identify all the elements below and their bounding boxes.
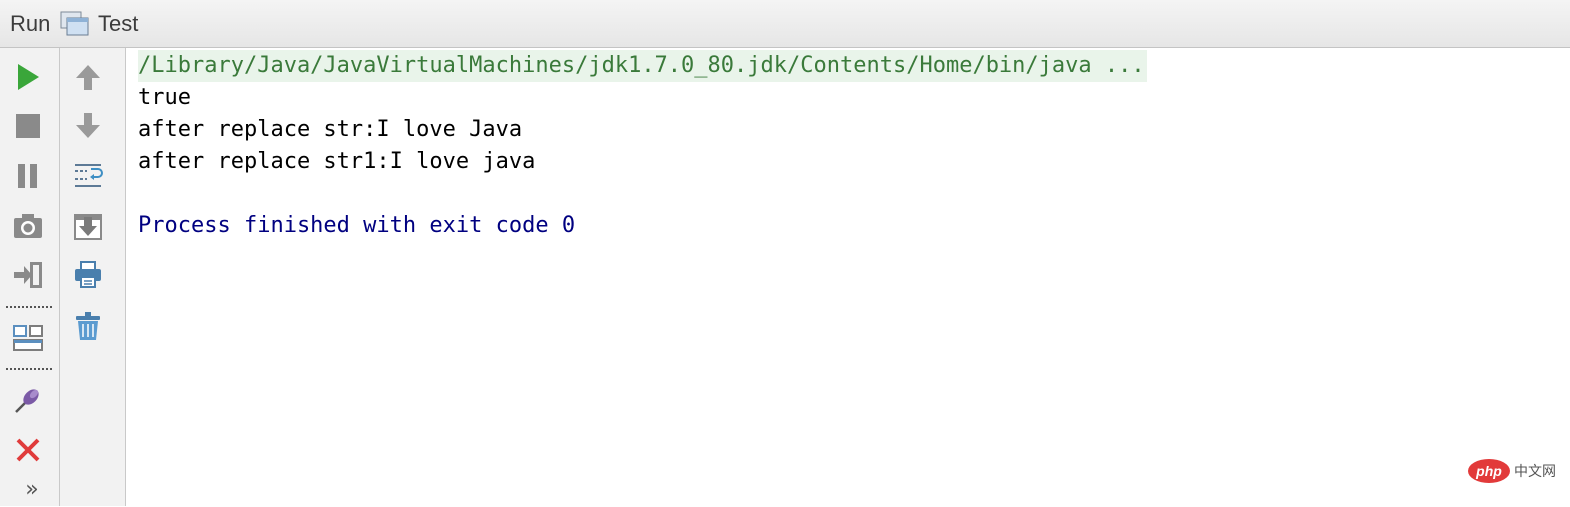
exit-icon [14,262,42,288]
run-tool-window-header: Run Test [0,0,1570,48]
next-occurrence-button[interactable] [70,108,106,144]
clear-all-button[interactable] [70,308,106,344]
toolbar-separator [6,368,52,370]
console-output-line: true [138,85,191,110]
print-button[interactable] [70,257,106,293]
rerun-button[interactable] [10,59,46,95]
exit-button[interactable] [10,257,46,293]
close-icon [16,438,40,462]
console-command-line: /Library/Java/JavaVirtualMachines/jdk1.7… [138,50,1147,82]
watermark: php 中文网 [1468,459,1556,483]
soft-wrap-icon [75,164,103,187]
camera-icon [14,214,42,238]
soft-wrap-button[interactable] [70,158,106,194]
pin-icon [15,389,39,413]
console-output-line: after replace str1:I love java [138,149,536,174]
dump-threads-button[interactable] [10,208,46,244]
process-exit-message: Process finished with exit code 0 [138,213,576,238]
up-arrow-icon [76,65,100,90]
watermark-text: 中文网 [1514,463,1556,479]
run-configuration-tab[interactable]: Test [98,11,138,37]
trash-icon [76,312,100,340]
print-icon [75,261,101,288]
console-actions-toolbar [60,48,126,506]
toolbar-separator [6,306,52,308]
previous-occurrence-button[interactable] [70,59,106,95]
close-button[interactable] [10,432,46,468]
stop-button[interactable] [10,108,46,144]
down-arrow-icon [76,113,100,138]
pause-button[interactable] [10,158,46,194]
restore-layout-button[interactable] [10,320,46,356]
restore-layout-icon [13,325,43,351]
run-tool-window-title: Run [10,11,51,36]
pause-icon [18,164,37,188]
run-configuration-icon [60,11,90,37]
scroll-to-end-button[interactable] [70,208,106,244]
rerun-icon [18,64,39,90]
scroll-to-end-icon [74,214,102,240]
stop-icon [16,114,40,138]
watermark-logo: php [1468,459,1510,483]
console-output-line: after replace str:I love Java [138,117,523,142]
console-output[interactable]: /Library/Java/JavaVirtualMachines/jdk1.7… [126,48,1570,506]
pin-tab-button[interactable] [10,382,46,418]
more-button[interactable]: » [14,471,50,507]
more-icon: » [25,476,39,502]
run-actions-toolbar: » [0,48,60,506]
